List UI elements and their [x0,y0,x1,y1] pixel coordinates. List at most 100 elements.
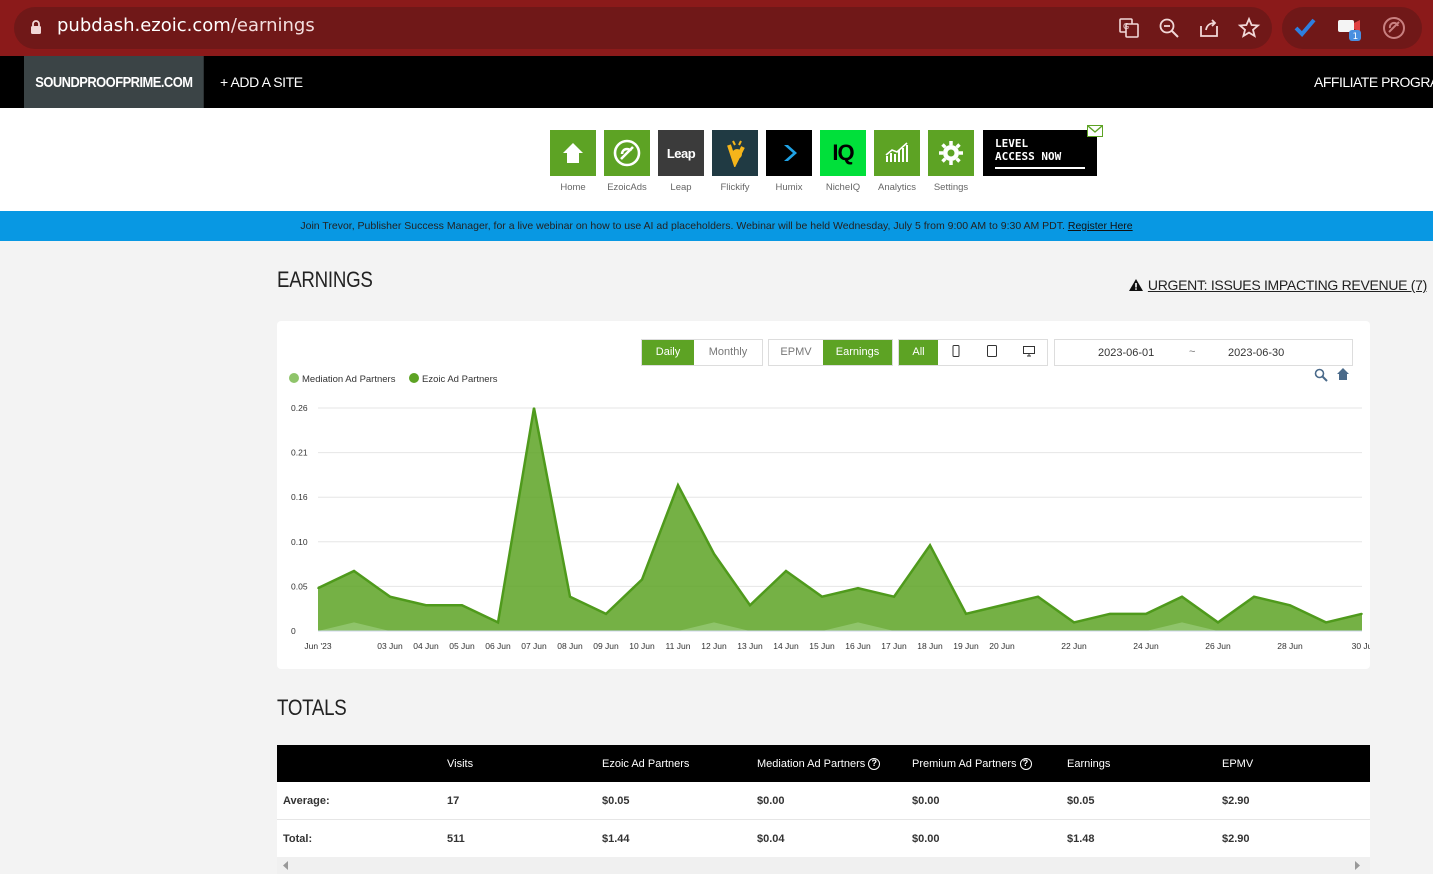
x-tick-label: 12 Jun [701,641,727,651]
tablet-button[interactable] [974,340,1010,365]
cell-earnings: $0.05 [1067,794,1095,807]
date-range-picker[interactable]: 2023-06-01 ~ 2023-06-30 [1054,339,1353,366]
affiliate-program-label: AFFILIATE PROGRAM [1314,74,1433,90]
x-tick-label: 26 Jun [1205,641,1231,651]
cell-premium: $0.00 [912,832,940,845]
ezoic-data-point [1253,595,1255,598]
x-tick-label: 05 Jun [449,641,475,651]
col-header-epmv: EPMV [1222,757,1254,770]
legend-mediation[interactable]: Mediation Ad Partners [289,373,395,385]
zoom-out-icon[interactable] [1157,16,1181,40]
register-link[interactable]: Register Here [1068,220,1133,232]
x-tick-label: 18 Jun [917,641,943,651]
cell-epmv: $2.90 [1222,832,1250,845]
x-tick-label: 13 Jun [737,641,763,651]
warning-icon [1129,279,1143,291]
cell-epmv: $2.90 [1222,794,1250,807]
earnings-button[interactable]: Earnings [823,340,892,365]
app-analytics[interactable]: Analytics [874,130,920,193]
cell-visits: 17 [447,794,460,807]
horizontal-scrollbar[interactable] [277,857,1370,874]
urgent-issues-link[interactable]: URGENT: ISSUES IMPACTING REVENUE (7) [1128,277,1427,293]
col-header-premium: Premium Ad Partners? [912,745,1032,782]
ezoic-data-point [929,544,931,547]
app-home[interactable]: Home [550,130,596,193]
app-settings[interactable]: Settings [928,130,974,193]
page-title: EARNINGS [277,267,373,292]
x-tick-label: 06 Jun [485,641,511,651]
level-access-line2: ACCESS NOW [995,150,1062,163]
date-from[interactable]: 2023-06-01 [1098,347,1154,359]
level-access-line1: LEVEL [995,137,1029,150]
daily-button[interactable]: Daily [642,340,694,365]
legend-dot-ezoic [409,373,419,383]
analytics-icon [874,130,920,176]
y-tick-label: 0.05 [291,581,308,591]
y-tick-label: 0.16 [291,492,308,502]
affiliate-program-link[interactable]: AFFILIATE PROGRAM E [1314,74,1433,90]
level-access-underline [995,167,1085,169]
bookmark-star-icon[interactable] [1237,16,1261,40]
ezoic-data-point [389,595,391,598]
ezoic-data-point [893,595,895,598]
app-humix[interactable]: Humix [766,130,812,193]
site-selector[interactable]: SOUNDPROOFPRIME.COM [24,56,204,109]
help-icon[interactable]: ? [1019,757,1032,770]
monthly-button[interactable]: Monthly [694,340,762,365]
zoom-icon[interactable] [1314,368,1328,382]
date-separator: ~ [1189,346,1196,358]
legend-dot-mediation [289,373,299,383]
banner-text: Join Trevor, Publisher Success Manager, … [300,220,1065,232]
url-text[interactable]: pubdash.ezoic.com/earnings [57,15,315,36]
help-icon[interactable]: ? [868,757,881,770]
all-devices-button[interactable]: All [899,340,938,365]
legend-ezoic[interactable]: Ezoic Ad Partners [409,373,498,385]
row-label: Average: [283,794,330,807]
app-flickify[interactable]: Flickify [712,130,758,193]
y-tick-label: 0.21 [291,448,308,458]
video-extension-icon[interactable]: 1 [1335,14,1363,42]
x-tick-label: 04 Jun [413,641,439,651]
legend-label-mediation: Mediation Ad Partners [302,374,396,385]
ezoic-data-point [965,613,967,615]
app-nicheiq[interactable]: IQ NicheIQ [820,130,866,193]
level-access-button[interactable]: LEVEL ACCESS NOW [983,130,1097,176]
ezoic-data-point [749,604,751,607]
ezoic-data-point [1361,613,1363,615]
share-icon[interactable] [1197,16,1221,40]
tablet-icon [987,345,997,357]
scroll-left-icon[interactable] [283,861,289,870]
col-header-ezoic: Ezoic Ad Partners [602,757,690,770]
totals-title: TOTALS [277,695,347,720]
ezoic-data-point [713,553,715,555]
ezoic-data-point [1217,621,1219,624]
col-header-mediation: Mediation Ad Partners? [757,745,881,782]
checkmark-extension-icon[interactable] [1291,14,1319,42]
url-path: /earnings [230,15,315,36]
app-leap[interactable]: Leap Leap [658,130,704,193]
ezoic-data-point [1325,621,1327,624]
add-site-link[interactable]: + ADD A SITE [220,74,303,90]
scroll-right-icon[interactable] [1354,861,1360,870]
reset-zoom-home-icon[interactable] [1336,367,1350,381]
x-tick-label: 09 Jun [593,641,619,651]
ezoic-data-point [497,621,499,624]
ezoic-extension-icon[interactable] [1380,14,1408,42]
x-tick-label: 16 Jun [845,641,871,651]
col-header-earnings: Earnings [1067,757,1111,770]
ezoic-data-point [1109,613,1111,615]
home-icon [550,130,596,176]
leap-icon: Leap [658,130,704,176]
x-tick-label: 19 Jun [953,641,979,651]
mobile-icon [952,345,960,357]
ezoic-series-area [318,408,1362,631]
mobile-button[interactable] [938,340,974,365]
date-to[interactable]: 2023-06-30 [1228,347,1284,359]
mail-icon[interactable] [1087,125,1103,137]
epmv-button[interactable]: EPMV [769,340,823,365]
app-ezoicads[interactable]: EzoicAds [604,130,650,193]
lock-icon [31,20,41,34]
desktop-button[interactable] [1010,340,1047,365]
translate-icon[interactable]: G [1117,16,1141,40]
col-header-visits: Visits [447,757,474,770]
